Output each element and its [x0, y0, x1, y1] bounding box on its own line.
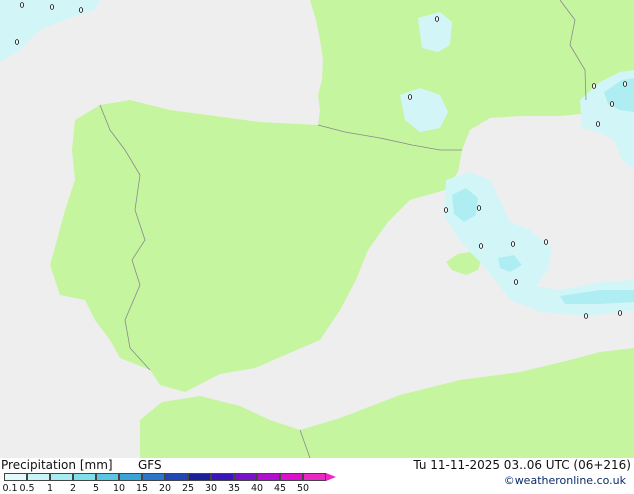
station-marker	[50, 4, 55, 10]
scale-swatch	[234, 473, 257, 481]
station-marker	[19, 2, 24, 8]
scale-swatch	[142, 473, 165, 481]
scale-swatch	[303, 473, 326, 481]
scale-swatch	[211, 473, 234, 481]
scale-swatch	[280, 473, 303, 481]
station-marker	[434, 16, 439, 22]
credit-link[interactable]: ©weatheronline.co.uk	[504, 474, 626, 487]
legend-bar: Precipitation [mm] GFS Tu 11-11-2025 03.…	[0, 458, 634, 494]
scale-tick-label: 25	[181, 483, 195, 494]
station-marker	[544, 239, 549, 245]
station-marker	[592, 83, 597, 89]
scale-swatch	[73, 473, 96, 481]
station-marker	[596, 121, 601, 127]
scale-tick-label: 1	[46, 483, 54, 494]
scale-swatch	[50, 473, 73, 481]
scale-swatch	[27, 473, 50, 481]
scale-tick-label: 35	[227, 483, 241, 494]
scale-tick-label: 5	[92, 483, 100, 494]
scale-swatch	[188, 473, 211, 481]
weather-map[interactable]	[0, 0, 634, 458]
valid-time: Tu 11-11-2025 03..06 UTC (06+216)	[413, 458, 631, 472]
scale-swatch	[4, 473, 27, 481]
product-title: Precipitation [mm]	[1, 458, 113, 472]
station-marker	[618, 310, 623, 316]
precip-north-france	[418, 12, 452, 52]
station-marker	[443, 207, 448, 213]
station-marker	[14, 39, 19, 45]
scale-tick-label: 30	[204, 483, 218, 494]
scale-swatch	[119, 473, 142, 481]
scale-tick-label: 15	[135, 483, 149, 494]
scale-tick-label: 50	[296, 483, 310, 494]
station-marker	[584, 313, 589, 319]
station-marker	[476, 205, 481, 211]
scale-tick-label: 40	[250, 483, 264, 494]
scale-arrow	[326, 473, 336, 481]
station-marker	[610, 101, 615, 107]
station-marker	[478, 243, 483, 249]
scale-swatch	[96, 473, 119, 481]
station-marker	[623, 81, 628, 87]
station-marker	[407, 94, 412, 100]
scale-tick-label: 10	[112, 483, 126, 494]
scale-tick-label: 0.1	[2, 483, 18, 494]
station-marker	[510, 241, 515, 247]
scale-swatch	[165, 473, 188, 481]
station-marker	[79, 7, 84, 13]
model-name: GFS	[138, 458, 162, 472]
color-scale: 0.1 0.5 1 2 5 10 15 20 25 30 35 40 45 50	[2, 473, 336, 494]
station-marker	[514, 279, 519, 285]
scale-tick-label: 0.5	[19, 483, 35, 494]
scale-tick-label: 45	[273, 483, 287, 494]
scale-tick-label: 20	[158, 483, 172, 494]
scale-tick-label: 2	[69, 483, 77, 494]
scale-swatch	[257, 473, 280, 481]
